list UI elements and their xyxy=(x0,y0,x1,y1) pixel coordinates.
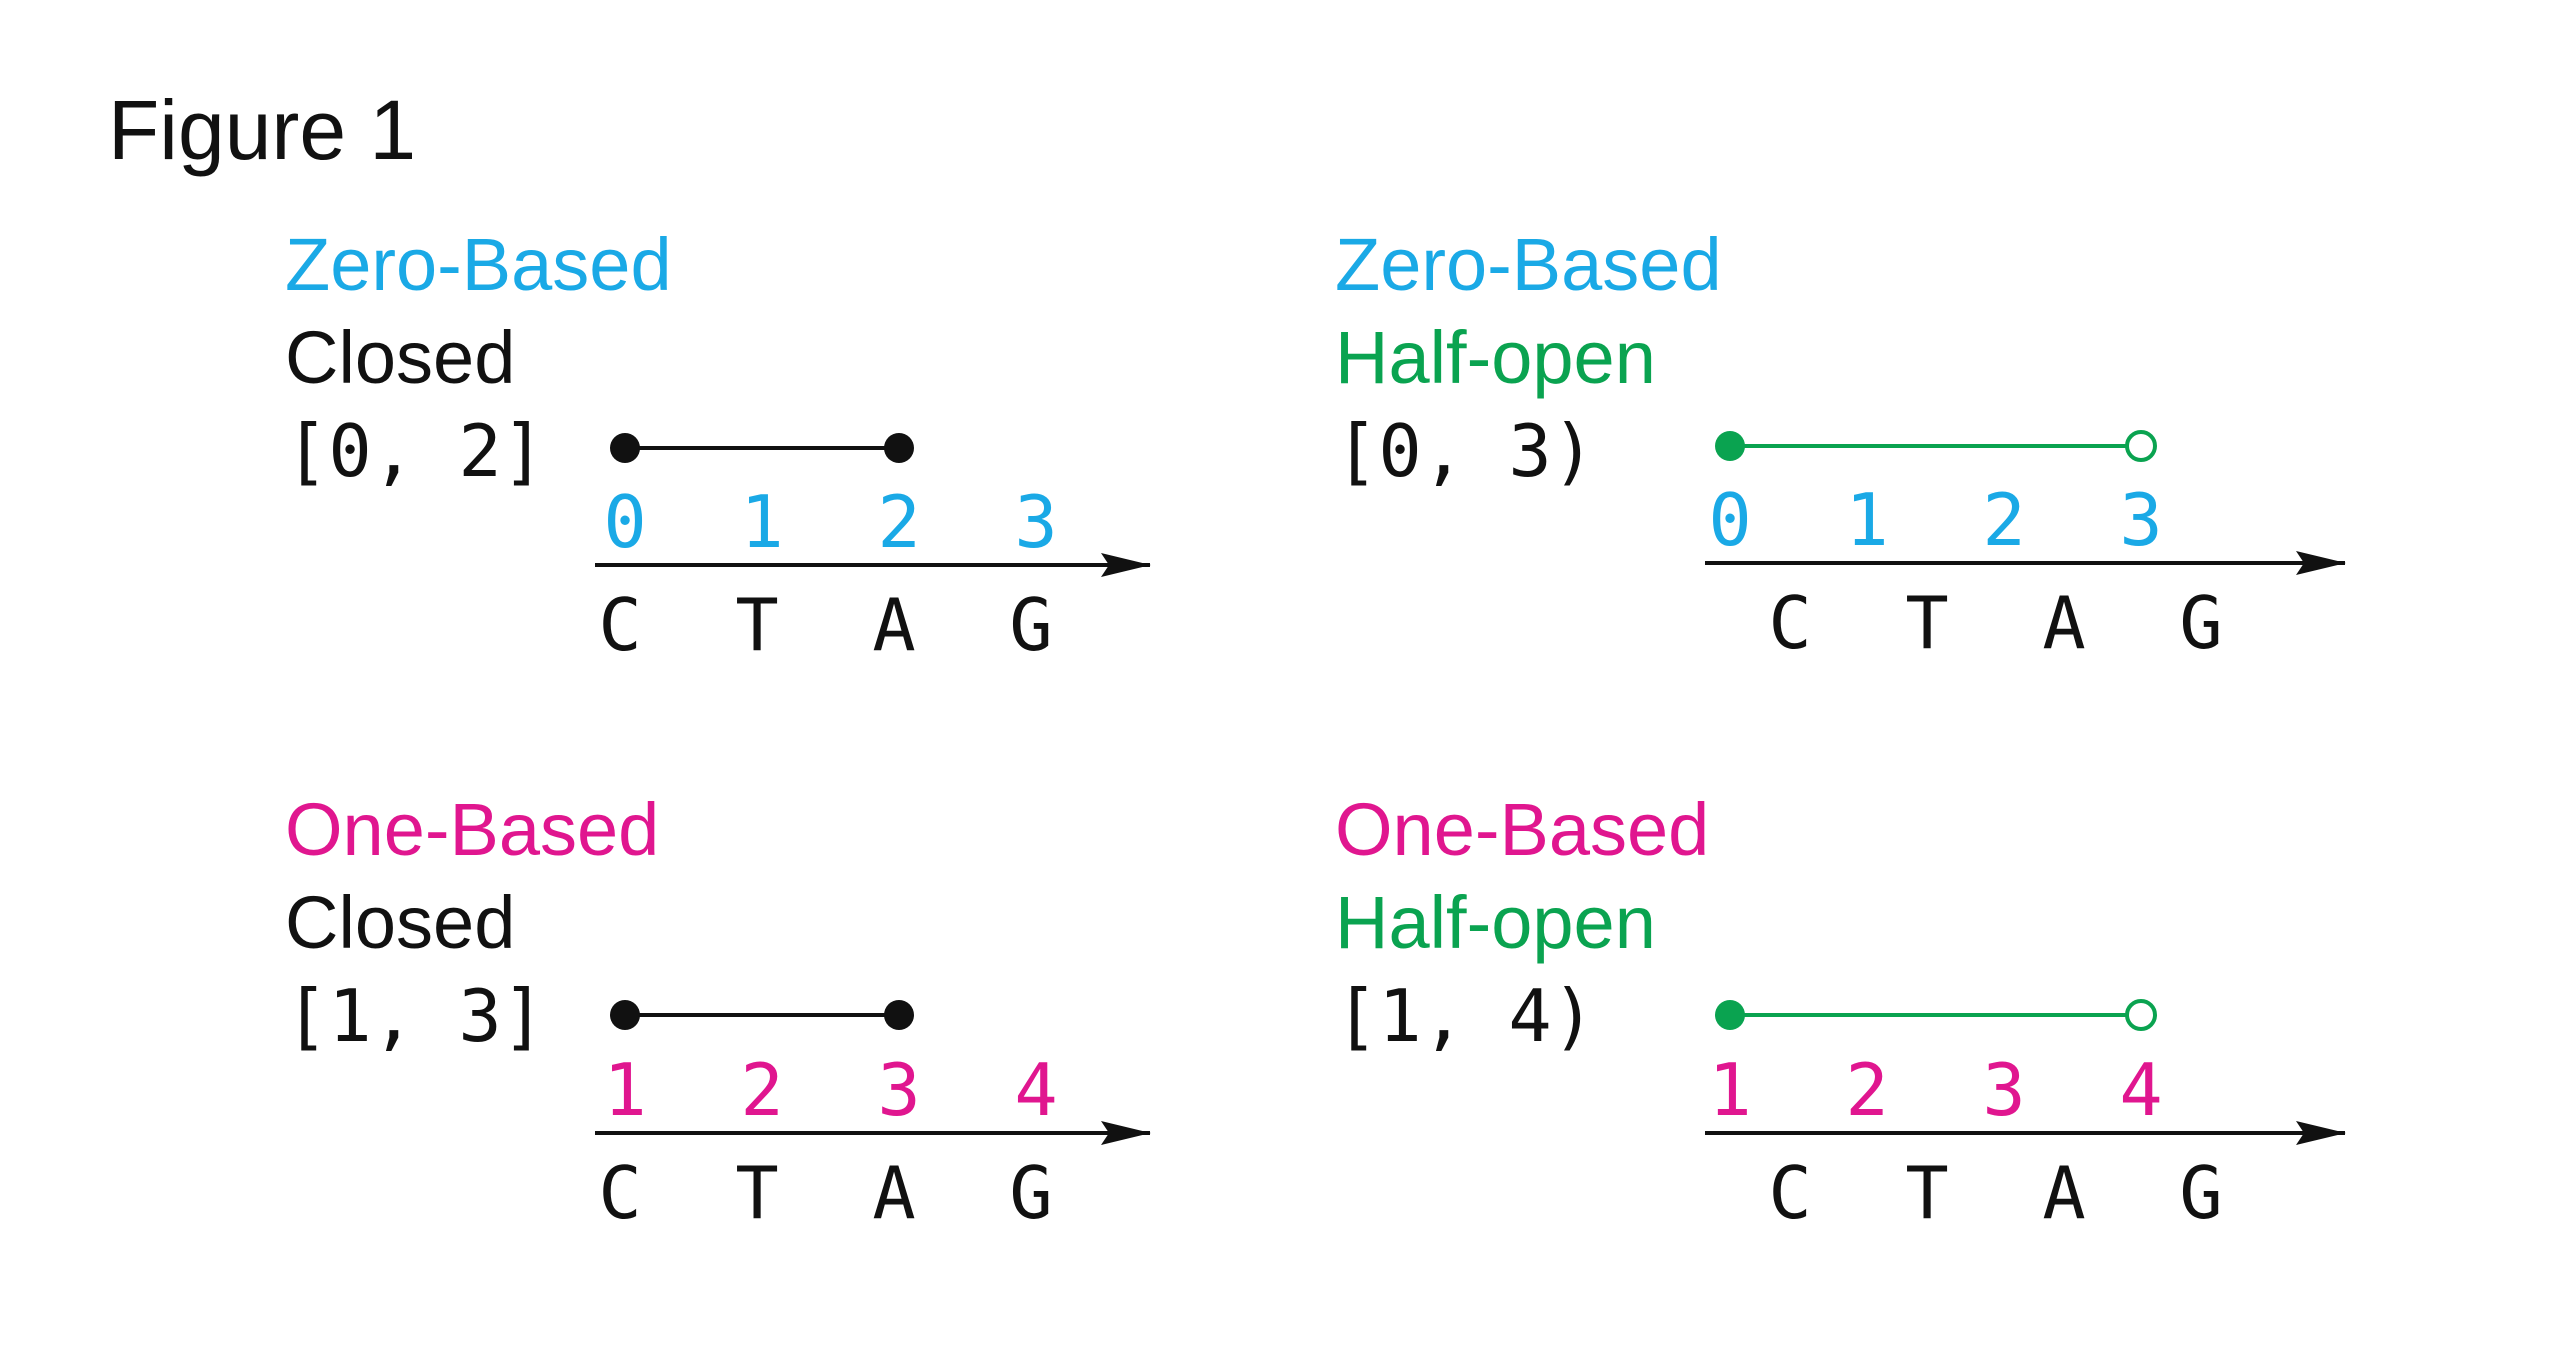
position-label: 1 xyxy=(1708,1048,1751,1132)
position-label: 1 xyxy=(740,480,783,564)
end-point-open xyxy=(2125,999,2157,1031)
position-label: 4 xyxy=(1014,1048,1057,1132)
basis-label: One-Based xyxy=(1335,788,1709,871)
base-letter: G xyxy=(1009,1151,1052,1235)
interval-notation: [0, 3) xyxy=(1335,409,1595,493)
position-label: 2 xyxy=(740,1048,783,1132)
position-label: 4 xyxy=(2119,1048,2162,1132)
interval-type-label: Half-open xyxy=(1335,316,1656,399)
basis-label: Zero-Based xyxy=(1335,223,1722,306)
position-label: 3 xyxy=(877,1048,920,1132)
start-point-closed xyxy=(1715,1000,1745,1030)
panel-4: One-Based Half-open [1, 4) 1 2 3 4 C T A G xyxy=(1335,788,2346,1235)
interval-type-label: Closed xyxy=(285,881,515,964)
interval-notation: [1, 4) xyxy=(1335,974,1595,1058)
base-letter: A xyxy=(872,583,915,667)
position-label: 1 xyxy=(603,1048,646,1132)
base-letter: C xyxy=(598,583,641,667)
end-point-closed xyxy=(884,1000,914,1030)
base-letter: T xyxy=(1905,1151,1948,1235)
start-point-closed xyxy=(1715,431,1745,461)
panel-3: One-Based Closed [1, 3] 1 2 3 4 C T A G xyxy=(285,788,1151,1235)
panel-2: Zero-Based Half-open [0, 3) 0 1 2 3 C T A G xyxy=(1335,223,2346,665)
start-point-closed xyxy=(610,1000,640,1030)
coordinate-diagram: Zero-BasedClosed[0, 2]0 1 2 3C T A GZero-Based… xyxy=(285,223,2346,1235)
basis-label: One-Based xyxy=(285,788,659,871)
base-letter: G xyxy=(1009,583,1052,667)
position-label: 2 xyxy=(1845,1048,1888,1132)
interval-type-label: Closed xyxy=(285,316,515,399)
end-point-closed xyxy=(884,433,914,463)
base-letter: G xyxy=(2179,581,2222,665)
panel-1: Zero-Based Closed [0, 2] 0 1 2 3 C T A G xyxy=(285,223,1151,667)
interval-notation: [1, 3] xyxy=(285,974,545,1058)
position-label: 1 xyxy=(1845,478,1888,562)
position-label: 2 xyxy=(1982,478,2025,562)
base-letter: G xyxy=(2179,1151,2222,1235)
base-letter: T xyxy=(735,583,778,667)
position-label: 2 xyxy=(877,480,920,564)
position-label: 0 xyxy=(1708,478,1751,562)
position-label: 0 xyxy=(603,480,646,564)
end-point-open xyxy=(2125,430,2157,462)
basis-label: Zero-Based xyxy=(285,223,672,306)
base-letter: C xyxy=(1768,1151,1811,1235)
position-label: 3 xyxy=(1982,1048,2025,1132)
base-letter: T xyxy=(1905,581,1948,665)
base-letter: A xyxy=(872,1151,915,1235)
position-label: 3 xyxy=(1014,480,1057,564)
base-letter: C xyxy=(598,1151,641,1235)
base-letter: A xyxy=(2042,1151,2085,1235)
base-letter: A xyxy=(2042,581,2085,665)
interval-type-label: Half-open xyxy=(1335,881,1656,964)
interval-notation: [0, 2] xyxy=(285,409,545,493)
start-point-closed xyxy=(610,433,640,463)
position-label: 3 xyxy=(2119,478,2162,562)
base-letter: C xyxy=(1768,581,1811,665)
base-letter: T xyxy=(735,1151,778,1235)
